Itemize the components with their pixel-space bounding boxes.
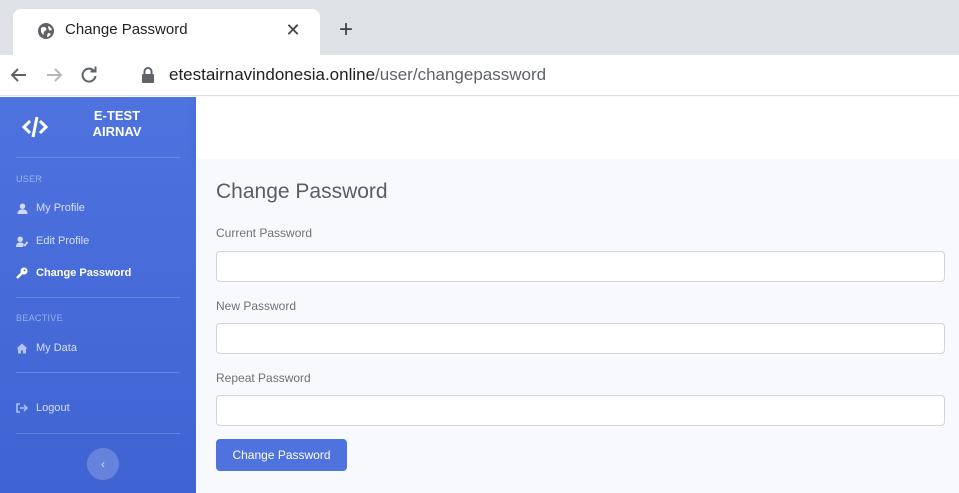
brand-name: E-TEST AIRNAV: [82, 108, 152, 140]
sidebar-divider: [16, 372, 180, 373]
browser-tab-strip: Change Password ✕ +: [0, 0, 959, 55]
sidebar-divider: [16, 297, 180, 298]
repeat-password-field[interactable]: [216, 395, 945, 426]
url-path: /user/changepassword: [375, 65, 547, 84]
browser-toolbar: etestairnavindonesia.online/user/changep…: [0, 55, 959, 96]
sidebar-item-label: Logout: [36, 402, 70, 414]
repeat-password-label: Repeat Password: [216, 371, 311, 385]
sidebar-toggle-button[interactable]: ‹: [87, 448, 119, 480]
sign-out-icon: [16, 402, 28, 414]
address-bar-url[interactable]: etestairnavindonesia.online/user/changep…: [169, 65, 546, 85]
sidebar-item-label: My Data: [36, 342, 77, 354]
user-icon: [16, 202, 28, 214]
close-tab-icon[interactable]: ✕: [283, 20, 303, 40]
sidebar-item-change-password[interactable]: Change Password: [16, 263, 186, 283]
globe-icon: [38, 23, 54, 39]
home-icon: [16, 342, 28, 354]
url-host: etestairnavindonesia.online: [169, 65, 376, 84]
forward-button[interactable]: [41, 62, 67, 88]
sidebar-brand[interactable]: E-TEST AIRNAV: [0, 97, 196, 157]
sidebar-item-edit-profile[interactable]: Edit Profile: [16, 231, 186, 251]
new-tab-button[interactable]: +: [334, 18, 358, 42]
lock-icon[interactable]: [141, 67, 155, 83]
sidebar-item-my-profile[interactable]: My Profile: [16, 198, 186, 218]
sidebar-divider: [16, 157, 180, 158]
reload-button[interactable]: [76, 62, 102, 88]
user-edit-icon: [16, 235, 28, 247]
sidebar: E-TEST AIRNAV USER My Profile Edit Profi…: [0, 97, 196, 493]
new-password-label: New Password: [216, 299, 297, 313]
change-password-button[interactable]: Change Password: [216, 439, 347, 471]
sidebar-item-my-data[interactable]: My Data: [16, 338, 186, 358]
sidebar-item-label: Edit Profile: [36, 235, 90, 247]
code-logo-icon: [22, 116, 48, 138]
brand-line-2: AIRNAV: [92, 124, 142, 139]
brand-line-1: E-TEST: [93, 108, 141, 123]
arrow-right-icon: [47, 68, 63, 82]
sidebar-divider: [16, 433, 180, 434]
chevron-left-icon: ‹: [101, 457, 105, 471]
sidebar-item-label: Change Password: [36, 267, 132, 279]
reload-icon: [81, 66, 97, 83]
main-content: Change Password Current Password New Pas…: [196, 159, 959, 493]
topbar: [196, 97, 959, 159]
back-button[interactable]: [6, 62, 32, 88]
tab-title: Change Password: [65, 21, 188, 38]
page-title: Change Password: [216, 180, 388, 203]
sidebar-heading-beactive: BEACTIVE: [16, 313, 63, 323]
sidebar-item-logout[interactable]: Logout: [16, 398, 186, 418]
new-password-field[interactable]: [216, 323, 945, 354]
sidebar-heading-user: USER: [16, 174, 43, 184]
key-icon: [16, 267, 28, 279]
arrow-left-icon: [10, 68, 26, 82]
browser-tab[interactable]: Change Password ✕: [13, 9, 320, 55]
current-password-field[interactable]: [216, 251, 945, 282]
sidebar-item-label: My Profile: [36, 202, 85, 214]
current-password-label: Current Password: [216, 226, 313, 240]
